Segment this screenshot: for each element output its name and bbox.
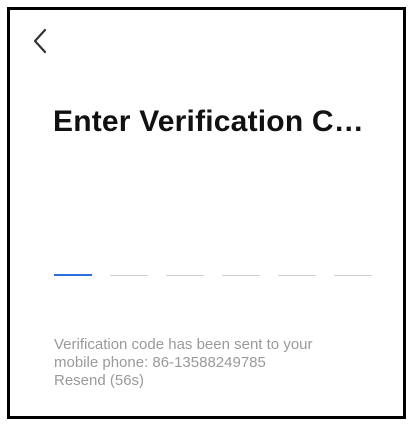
code-slot-underline — [54, 274, 92, 276]
code-slot-1[interactable] — [54, 264, 92, 276]
resend-countdown-button[interactable]: Resend (56s) — [54, 372, 384, 390]
code-slot-2[interactable] — [110, 264, 148, 276]
verification-info: Verification code has been sent to your … — [54, 336, 384, 390]
code-slot-underline — [110, 275, 148, 276]
code-slot-underline — [166, 275, 204, 276]
code-slot-underline — [222, 275, 260, 276]
code-slot-6[interactable] — [334, 264, 372, 276]
page-title: Enter Verification C… — [53, 105, 364, 138]
code-slot-3[interactable] — [166, 264, 204, 276]
code-slot-4[interactable] — [222, 264, 260, 276]
code-slot-underline — [334, 275, 372, 276]
sent-message: Verification code has been sent to your — [54, 336, 313, 353]
phone-number-text: mobile phone: 86-13588249785 — [54, 354, 266, 371]
chevron-left-icon — [33, 28, 47, 54]
code-slot-underline — [278, 275, 316, 276]
back-button[interactable] — [28, 26, 52, 56]
verification-code-input[interactable] — [54, 264, 376, 276]
verification-screen: Enter Verification C… Verification code … — [7, 7, 406, 419]
code-slot-5[interactable] — [278, 264, 316, 276]
